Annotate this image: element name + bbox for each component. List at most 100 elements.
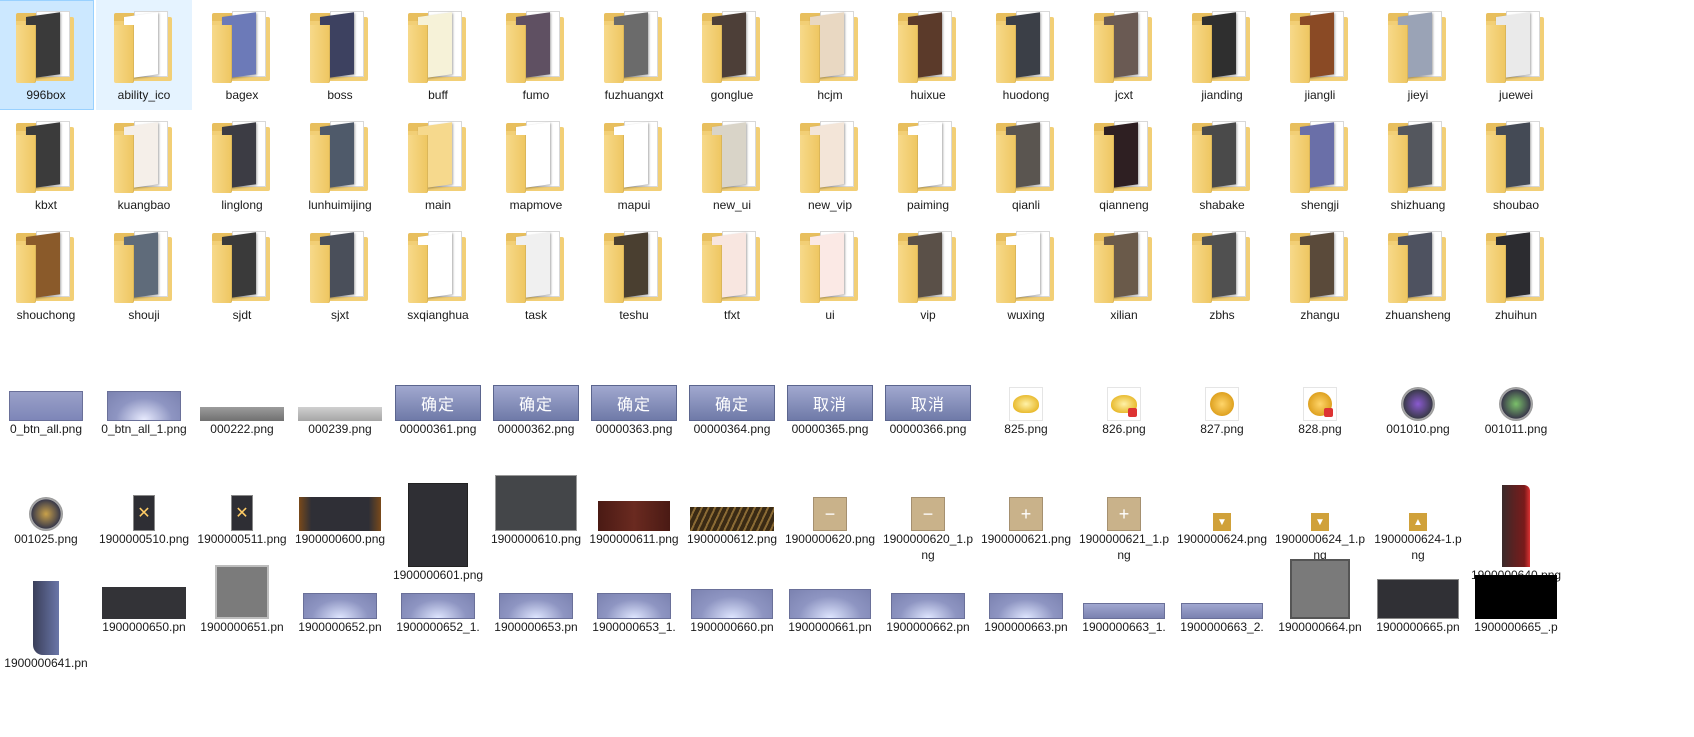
folder-item[interactable]: kbxt bbox=[0, 110, 94, 220]
folder-item[interactable]: xilian bbox=[1076, 220, 1172, 330]
folder-item[interactable]: zhuansheng bbox=[1370, 220, 1466, 330]
file-item[interactable]: 1900000662.pn bbox=[880, 570, 976, 680]
file-item[interactable]: +1900000621.png bbox=[978, 482, 1074, 572]
file-item[interactable]: 1900000652_1. bbox=[390, 570, 486, 680]
folder-item[interactable]: shizhuang bbox=[1370, 110, 1466, 220]
file-item[interactable]: 1900000612.png bbox=[684, 482, 780, 572]
file-item[interactable]: 1900000665.pn bbox=[1370, 570, 1466, 680]
folder-item[interactable]: kuangbao bbox=[96, 110, 192, 220]
file-item[interactable]: 000239.png bbox=[292, 372, 388, 442]
folder-item[interactable]: gonglue bbox=[684, 0, 780, 110]
file-item[interactable]: 1900000640.png bbox=[1468, 482, 1564, 582]
folder-item[interactable]: huixue bbox=[880, 0, 976, 110]
folder-item[interactable]: new_ui bbox=[684, 110, 780, 220]
folder-item[interactable]: shengji bbox=[1272, 110, 1368, 220]
folder-item[interactable]: 996box bbox=[0, 0, 94, 110]
folder-item[interactable]: jianding bbox=[1174, 0, 1270, 110]
folder-item[interactable]: mapmove bbox=[488, 110, 584, 220]
folder-item[interactable]: task bbox=[488, 220, 584, 330]
file-item[interactable]: 827.png bbox=[1174, 372, 1270, 442]
file-item[interactable]: 1900000610.png bbox=[488, 475, 584, 572]
item-label: boss bbox=[327, 88, 353, 102]
folder-item[interactable]: shabake bbox=[1174, 110, 1270, 220]
file-item[interactable]: 825.png bbox=[978, 372, 1074, 442]
folder-item[interactable]: hcjm bbox=[782, 0, 878, 110]
file-item[interactable]: 1900000661.pn bbox=[782, 570, 878, 680]
file-item[interactable]: 001010.png bbox=[1370, 372, 1466, 442]
file-item[interactable]: 1900000653_1. bbox=[586, 570, 682, 680]
folder-item[interactable]: teshu bbox=[586, 220, 682, 330]
folder-item[interactable]: tfxt bbox=[684, 220, 780, 330]
file-item[interactable]: ▼ 1900000624.png bbox=[1174, 482, 1270, 572]
folder-item[interactable]: wuxing bbox=[978, 220, 1074, 330]
file-item[interactable]: 001011.png bbox=[1468, 372, 1564, 442]
folder-item[interactable]: zhuihun bbox=[1468, 220, 1564, 330]
folder-item[interactable]: sjdt bbox=[194, 220, 290, 330]
file-item[interactable]: 确定 00000363.png bbox=[586, 372, 682, 442]
file-item[interactable]: −1900000620.png bbox=[782, 482, 878, 572]
folder-item[interactable]: jieyi bbox=[1370, 0, 1466, 110]
file-item[interactable]: 1900000665_.p bbox=[1468, 570, 1564, 680]
folder-item[interactable]: jiangli bbox=[1272, 0, 1368, 110]
file-item[interactable]: 828.png bbox=[1272, 372, 1368, 442]
file-thumbnail: ▼ bbox=[1213, 483, 1231, 531]
file-item[interactable]: 000222.png bbox=[194, 372, 290, 442]
file-item[interactable]: 1900000664.pn bbox=[1272, 559, 1368, 680]
folder-item[interactable]: ui bbox=[782, 220, 878, 330]
folder-item[interactable]: qianli bbox=[978, 110, 1074, 220]
file-item[interactable]: 1900000660.pn bbox=[684, 570, 780, 680]
folder-item[interactable]: paiming bbox=[880, 110, 976, 220]
file-item[interactable]: −1900000620_1.png bbox=[880, 482, 976, 572]
folder-item[interactable]: huodong bbox=[978, 0, 1074, 110]
file-item[interactable]: 0_btn_all_1.png bbox=[96, 372, 192, 442]
file-item[interactable]: +1900000621_1.png bbox=[1076, 482, 1172, 572]
file-item[interactable]: 1900000663_2. bbox=[1174, 570, 1270, 680]
folder-item[interactable]: sjxt bbox=[292, 220, 388, 330]
file-item[interactable]: 1900000663_1. bbox=[1076, 570, 1172, 680]
file-item[interactable]: 1900000600.png bbox=[292, 482, 388, 572]
item-label: 1900000650.pn bbox=[102, 620, 186, 634]
file-item[interactable]: 1900000601.png bbox=[390, 482, 486, 582]
folder-item[interactable]: shouchong bbox=[0, 220, 94, 330]
folder-item[interactable]: mapui bbox=[586, 110, 682, 220]
file-item[interactable]: 826.png bbox=[1076, 372, 1172, 442]
file-item[interactable]: 确定 00000362.png bbox=[488, 372, 584, 442]
file-item[interactable]: 1900000641.pn bbox=[0, 570, 94, 680]
file-item[interactable]: 1900000653.pn bbox=[488, 570, 584, 680]
folder-item[interactable]: juewei bbox=[1468, 0, 1564, 110]
file-item[interactable]: 取消 00000365.png bbox=[782, 372, 878, 442]
file-item[interactable]: ✕ 1900000511.png bbox=[194, 482, 290, 572]
file-item[interactable]: ▲ 1900000624-1.png bbox=[1370, 482, 1466, 572]
file-item[interactable]: 1900000651.pn bbox=[194, 565, 290, 680]
folder-item[interactable]: boss bbox=[292, 0, 388, 110]
file-item[interactable]: 1900000652.pn bbox=[292, 570, 388, 680]
folder-item[interactable]: vip bbox=[880, 220, 976, 330]
file-item[interactable]: 1900000663.pn bbox=[978, 570, 1074, 680]
folder-item[interactable]: main bbox=[390, 110, 486, 220]
folder-item[interactable]: linglong bbox=[194, 110, 290, 220]
file-item[interactable]: 001025.png bbox=[0, 482, 94, 572]
folder-item[interactable]: jcxt bbox=[1076, 0, 1172, 110]
folder-item[interactable]: fuzhuangxt bbox=[586, 0, 682, 110]
folder-item[interactable]: qianneng bbox=[1076, 110, 1172, 220]
file-item[interactable]: 1900000650.pn bbox=[96, 570, 192, 680]
folder-item[interactable]: ability_ico bbox=[96, 0, 192, 110]
file-item[interactable]: 1900000611.png bbox=[586, 482, 682, 572]
folder-item[interactable]: zbhs bbox=[1174, 220, 1270, 330]
file-item[interactable]: ✕ 1900000510.png bbox=[96, 482, 192, 572]
folder-item[interactable]: buff bbox=[390, 0, 486, 110]
folder-item[interactable]: new_vip bbox=[782, 110, 878, 220]
folder-item[interactable]: shoubao bbox=[1468, 110, 1564, 220]
folder-item[interactable]: lunhuimijing bbox=[292, 110, 388, 220]
folder-icon bbox=[308, 227, 372, 307]
file-item[interactable]: 0_btn_all.png bbox=[0, 372, 94, 442]
folder-item[interactable]: fumo bbox=[488, 0, 584, 110]
folder-item[interactable]: zhangu bbox=[1272, 220, 1368, 330]
file-item[interactable]: 确定 00000361.png bbox=[390, 372, 486, 442]
folder-item[interactable]: bagex bbox=[194, 0, 290, 110]
file-item[interactable]: 确定 00000364.png bbox=[684, 372, 780, 442]
folder-icon bbox=[1092, 227, 1156, 307]
folder-item[interactable]: sxqianghua bbox=[390, 220, 486, 330]
file-item[interactable]: 取消 00000366.png bbox=[880, 372, 976, 442]
folder-item[interactable]: shouji bbox=[96, 220, 192, 330]
